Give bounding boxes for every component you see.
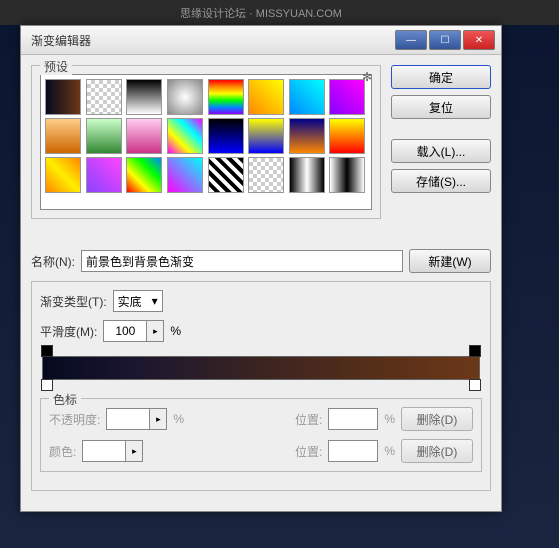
- presets-scroll[interactable]: [40, 74, 372, 210]
- opacity-input: [106, 408, 150, 430]
- preset-swatch[interactable]: [167, 157, 203, 193]
- position2-input: [328, 440, 378, 462]
- gradient-editor-dialog: 渐变编辑器 — ☐ ✕ 预设 ✻ 确定 复位 载入(L)... 存储(S)...: [20, 25, 502, 512]
- arrow-icon: ▸: [125, 440, 143, 462]
- name-label: 名称(N):: [31, 253, 75, 270]
- smooth-label: 平滑度(M):: [40, 323, 97, 340]
- preset-swatch[interactable]: [45, 157, 81, 193]
- name-input[interactable]: [81, 250, 403, 272]
- grad-type-select[interactable]: 实底: [113, 290, 163, 312]
- close-button[interactable]: ✕: [463, 30, 495, 50]
- preset-swatch[interactable]: [86, 118, 122, 154]
- preset-grid: [45, 79, 367, 193]
- percent-label: %: [170, 324, 181, 338]
- preset-swatch[interactable]: [45, 118, 81, 154]
- preset-swatch[interactable]: [248, 79, 284, 115]
- opacity-stop-left[interactable]: [41, 345, 53, 357]
- preset-swatch[interactable]: [248, 157, 284, 193]
- stops-fieldset: 色标 不透明度: ▸ % 位置: % 删除(D) 颜色: ▸ 位置:: [40, 398, 482, 472]
- preset-swatch[interactable]: [86, 157, 122, 193]
- arrow-right-icon[interactable]: ▸: [146, 320, 164, 342]
- preset-swatch[interactable]: [86, 79, 122, 115]
- preset-swatch[interactable]: [329, 79, 365, 115]
- window-buttons: — ☐ ✕: [395, 30, 495, 50]
- preset-swatch[interactable]: [248, 118, 284, 154]
- preset-swatch[interactable]: [208, 157, 244, 193]
- presets-fieldset: 预设 ✻: [31, 65, 381, 219]
- preset-swatch[interactable]: [208, 118, 244, 154]
- presets-legend: 预设: [40, 58, 72, 75]
- preset-swatch[interactable]: [126, 118, 162, 154]
- position1-label: 位置:: [295, 411, 322, 428]
- color-stop-right[interactable]: [469, 379, 481, 391]
- preset-swatch[interactable]: [329, 157, 365, 193]
- grad-type-label: 渐变类型(T):: [40, 293, 107, 310]
- ok-button[interactable]: 确定: [391, 65, 491, 89]
- dialog-title: 渐变编辑器: [27, 32, 395, 49]
- watermark-bar: 思缘设计论坛 · MISSYUAN.COM: [0, 0, 559, 25]
- opacity-stop-right[interactable]: [469, 345, 481, 357]
- smooth-input[interactable]: [103, 320, 147, 342]
- load-button[interactable]: 载入(L)...: [391, 139, 491, 163]
- minimize-button[interactable]: —: [395, 30, 427, 50]
- gradient-preview-bar[interactable]: [42, 356, 480, 380]
- preset-swatch[interactable]: [208, 79, 244, 115]
- gradient-settings-fieldset: 渐变类型(T): 实底 平滑度(M): ▸ % 色标 不透明: [31, 281, 491, 491]
- new-button[interactable]: 新建(W): [409, 249, 491, 273]
- stops-legend: 色标: [49, 391, 81, 408]
- preset-swatch[interactable]: [289, 118, 325, 154]
- preset-swatch[interactable]: [289, 79, 325, 115]
- preset-swatch[interactable]: [329, 118, 365, 154]
- gear-icon[interactable]: ✻: [362, 70, 372, 84]
- smooth-stepper[interactable]: ▸: [103, 320, 164, 342]
- preset-swatch[interactable]: [289, 157, 325, 193]
- reset-button[interactable]: 复位: [391, 95, 491, 119]
- delete1-button: 删除(D): [401, 407, 473, 431]
- preset-swatch[interactable]: [167, 79, 203, 115]
- color-label: 颜色:: [49, 443, 76, 460]
- color-input: [82, 440, 126, 462]
- position2-label: 位置:: [295, 443, 322, 460]
- color-stop-left[interactable]: [41, 379, 53, 391]
- arrow-icon: ▸: [149, 408, 167, 430]
- preset-swatch[interactable]: [45, 79, 81, 115]
- position1-input: [328, 408, 378, 430]
- opacity-label: 不透明度:: [49, 411, 100, 428]
- delete2-button: 删除(D): [401, 439, 473, 463]
- preset-swatch[interactable]: [126, 79, 162, 115]
- save-button[interactable]: 存储(S)...: [391, 169, 491, 193]
- watermark-text: 思缘设计论坛 · MISSYUAN.COM: [180, 5, 342, 21]
- maximize-button[interactable]: ☐: [429, 30, 461, 50]
- preset-swatch[interactable]: [167, 118, 203, 154]
- preset-swatch[interactable]: [126, 157, 162, 193]
- titlebar[interactable]: 渐变编辑器 — ☐ ✕: [21, 26, 501, 55]
